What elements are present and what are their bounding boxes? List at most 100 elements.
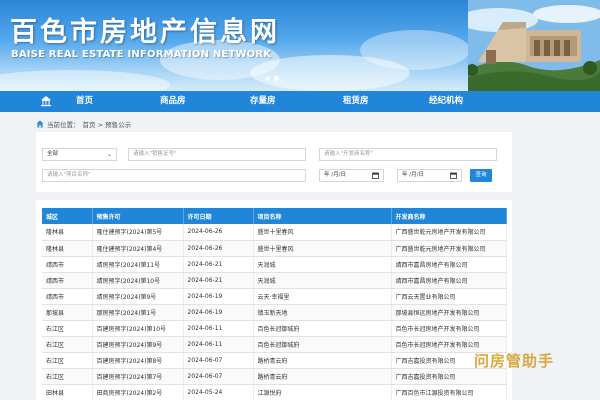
cell-permit: 隆住建预字(2024)第5号 xyxy=(92,224,184,241)
cell-project[interactable]: 天润城 xyxy=(253,256,392,273)
cell-developer: 广西盛世乾元房地产开发有限公司 xyxy=(391,224,507,241)
table-row[interactable]: 那坡县 那房预字(2024)第1号 2024-06-19 镇玉新天地 那坡县恒远房地产开… xyxy=(42,304,507,321)
breadcrumb-path[interactable]: 首页 > 预售公示 xyxy=(83,119,132,129)
cell-date: 2024-06-07 xyxy=(183,352,254,369)
nav-item-rentals[interactable]: 租赁房 xyxy=(343,91,369,112)
table-row[interactable]: 右江区 百建房预字(2024)第10号 2024-06-11 百色长冠御城府 百色市长冠… xyxy=(42,320,507,337)
cell-date: 2024-06-21 xyxy=(183,272,254,289)
cell-date: 2024-05-24 xyxy=(183,384,254,400)
table-row[interactable]: 田林县 田商房预字(2024)第2号 2024-05-24 江源悦府 广西百色市江源投资… xyxy=(42,384,507,400)
cell-permit: 隆住建预字(2024)第4号 xyxy=(92,240,184,257)
cell-project[interactable]: 路桥青云府 xyxy=(253,368,392,385)
cell-project[interactable]: 百色长冠御城府 xyxy=(253,320,392,337)
breadcrumb: 当前位置： 首页 > 预售公示 xyxy=(36,119,131,129)
column-header-date: 许可日期 xyxy=(183,208,254,224)
cell-permit: 靖房预字(2024)第10号 xyxy=(92,272,184,289)
cell-district: 靖西市 xyxy=(42,256,93,273)
cell-permit: 百建房预字(2024)第8号 xyxy=(92,352,184,369)
table-row[interactable]: 靖西市 靖房预字(2024)第10号 2024-06-21 天润城 靖西市嘉昌房地产有限… xyxy=(42,272,507,289)
cell-date: 2024-06-07 xyxy=(183,368,254,385)
site-title: 百色市房地产信息网 xyxy=(10,17,280,48)
carousel-dot-active[interactable] xyxy=(274,76,279,81)
assistant-watermark: 问房管助手 xyxy=(474,350,554,371)
cell-date: 2024-06-26 xyxy=(183,224,254,241)
cell-project[interactable]: 百色长冠御城府 xyxy=(253,336,392,353)
cell-district: 右江区 xyxy=(42,320,93,337)
cell-district: 隆林县 xyxy=(42,224,93,241)
cell-district: 右江区 xyxy=(42,368,93,385)
cell-district: 田林县 xyxy=(42,384,93,400)
table-row[interactable]: 隆林县 隆住建预字(2024)第4号 2024-06-26 盛世十里春风 广西盛世乾元房… xyxy=(42,240,507,257)
cell-district: 靖西市 xyxy=(42,272,93,289)
nav-item-resale-homes[interactable]: 存量房 xyxy=(250,91,276,112)
table-row[interactable]: 右江区 百建房预字(2024)第8号 2024-06-07 路桥青云府 广西吉嘉投资有限… xyxy=(42,352,507,369)
carousel-dots[interactable] xyxy=(265,76,279,81)
date-start-value: 年 /月/日 xyxy=(324,172,346,178)
cell-project[interactable]: 镇玉新天地 xyxy=(253,304,392,321)
presale-table-panel: 城区 预售许可 许可日期 项目名称 开发商名称 隆林县 隆住建预字(2024)第5… xyxy=(36,200,512,400)
main-nav: 首页 商品房 存量房 租赁房 经纪机构 xyxy=(0,91,600,112)
cell-permit: 那房预字(2024)第1号 xyxy=(92,304,184,321)
cell-date: 2024-06-26 xyxy=(183,240,254,257)
cell-project[interactable]: 云天·幸福里 xyxy=(253,288,392,305)
date-end-value: 年 /月/日 xyxy=(402,172,424,178)
cell-developer: 广西盛世乾元房地产开发有限公司 xyxy=(391,240,507,257)
table-row[interactable]: 靖西市 靖房预字(2024)第11号 2024-06-21 天润城 靖西市嘉昌房地产有限… xyxy=(42,256,507,273)
home-icon[interactable] xyxy=(40,95,52,107)
cell-developer: 广西云天置业有限公司 xyxy=(391,288,507,305)
project-name-input[interactable]: 请输入"项目名称" xyxy=(42,169,306,182)
cell-project[interactable]: 天润城 xyxy=(253,272,392,289)
cell-permit: 百建房预字(2024)第9号 xyxy=(92,336,184,353)
table-row[interactable]: 靖西市 靖房预字(2024)第9号 2024-06-19 云天·幸福里 广西云天置业有限… xyxy=(42,288,507,305)
site-subtitle: BAISE REAL ESTATE INFORMATION NETWORK xyxy=(11,49,272,60)
cell-developer: 百色市长冠房地产开发有限公司 xyxy=(391,320,507,337)
nav-item-new-homes[interactable]: 商品房 xyxy=(160,91,186,112)
cell-developer: 广西百色市江源投资有限公司 xyxy=(391,384,507,400)
cell-project[interactable]: 盛世十里春风 xyxy=(253,240,392,257)
cell-permit: 靖房预字(2024)第11号 xyxy=(92,256,184,273)
area-select-value: 全部 xyxy=(47,151,59,157)
developer-name-input[interactable]: 请输入"开发商名称" xyxy=(319,148,497,161)
table-header-row: 城区 预售许可 许可日期 项目名称 开发商名称 xyxy=(42,208,507,224)
cell-date: 2024-06-11 xyxy=(183,336,254,353)
presale-table: 城区 预售许可 许可日期 项目名称 开发商名称 隆林县 隆住建预字(2024)第5… xyxy=(42,208,507,400)
query-button[interactable]: 查询 xyxy=(470,169,492,182)
cell-permit: 百建房预字(2024)第7号 xyxy=(92,368,184,385)
table-row[interactable]: 隆林县 隆住建预字(2024)第5号 2024-06-26 盛世十里春风 广西盛世乾元房… xyxy=(42,224,507,241)
chevron-down-icon: ⌄ xyxy=(106,151,112,158)
cell-date: 2024-06-19 xyxy=(183,304,254,321)
table-row[interactable]: 右江区 百建房预字(2024)第7号 2024-06-07 路桥青云府 广西吉嘉投资有限… xyxy=(42,368,507,385)
cell-developer: 那坡县恒远房地产开发有限公司 xyxy=(391,304,507,321)
cell-permit: 百建房预字(2024)第10号 xyxy=(92,320,184,337)
cell-date: 2024-06-21 xyxy=(183,256,254,273)
date-start-input[interactable]: 年 /月/日 xyxy=(319,169,384,182)
cell-district: 隆林县 xyxy=(42,240,93,257)
permit-number-input[interactable]: 请输入"销售证号" xyxy=(128,148,306,161)
table-row[interactable]: 右江区 百建房预字(2024)第9号 2024-06-11 百色长冠御城府 百色市长冠房… xyxy=(42,336,507,353)
home-icon xyxy=(36,120,44,128)
cell-district: 右江区 xyxy=(42,336,93,353)
area-select[interactable]: 全部 ⌄ xyxy=(42,148,117,161)
memorial-building-photo xyxy=(468,0,600,91)
carousel-dot[interactable] xyxy=(265,76,270,81)
search-filter-panel: 全部 ⌄ 请输入"销售证号" 请输入"开发商名称" 请输入"项目名称" 年 /月… xyxy=(36,132,512,192)
column-header-developer: 开发商名称 xyxy=(391,208,507,224)
cell-district: 那坡县 xyxy=(42,304,93,321)
cell-date: 2024-06-19 xyxy=(183,288,254,305)
cell-permit: 田商房预字(2024)第2号 xyxy=(92,384,184,400)
cell-developer: 靖西市嘉昌房地产有限公司 xyxy=(391,256,507,273)
calendar-icon[interactable] xyxy=(450,172,457,179)
column-header-project: 项目名称 xyxy=(253,208,392,224)
cell-developer: 靖西市嘉昌房地产有限公司 xyxy=(391,272,507,289)
breadcrumb-prefix: 当前位置： xyxy=(47,121,80,129)
watermark-text: 问房管助手 xyxy=(474,352,555,370)
nav-item-home[interactable]: 首页 xyxy=(76,91,93,112)
nav-item-agencies[interactable]: 经纪机构 xyxy=(429,91,463,112)
cell-project[interactable]: 盛世十里春风 xyxy=(253,224,392,241)
column-header-district: 城区 xyxy=(42,208,93,224)
cell-project[interactable]: 江源悦府 xyxy=(253,384,392,400)
cell-district: 靖西市 xyxy=(42,288,93,305)
date-end-input[interactable]: 年 /月/日 xyxy=(397,169,462,182)
calendar-icon[interactable] xyxy=(372,172,379,179)
cell-project[interactable]: 路桥青云府 xyxy=(253,352,392,369)
